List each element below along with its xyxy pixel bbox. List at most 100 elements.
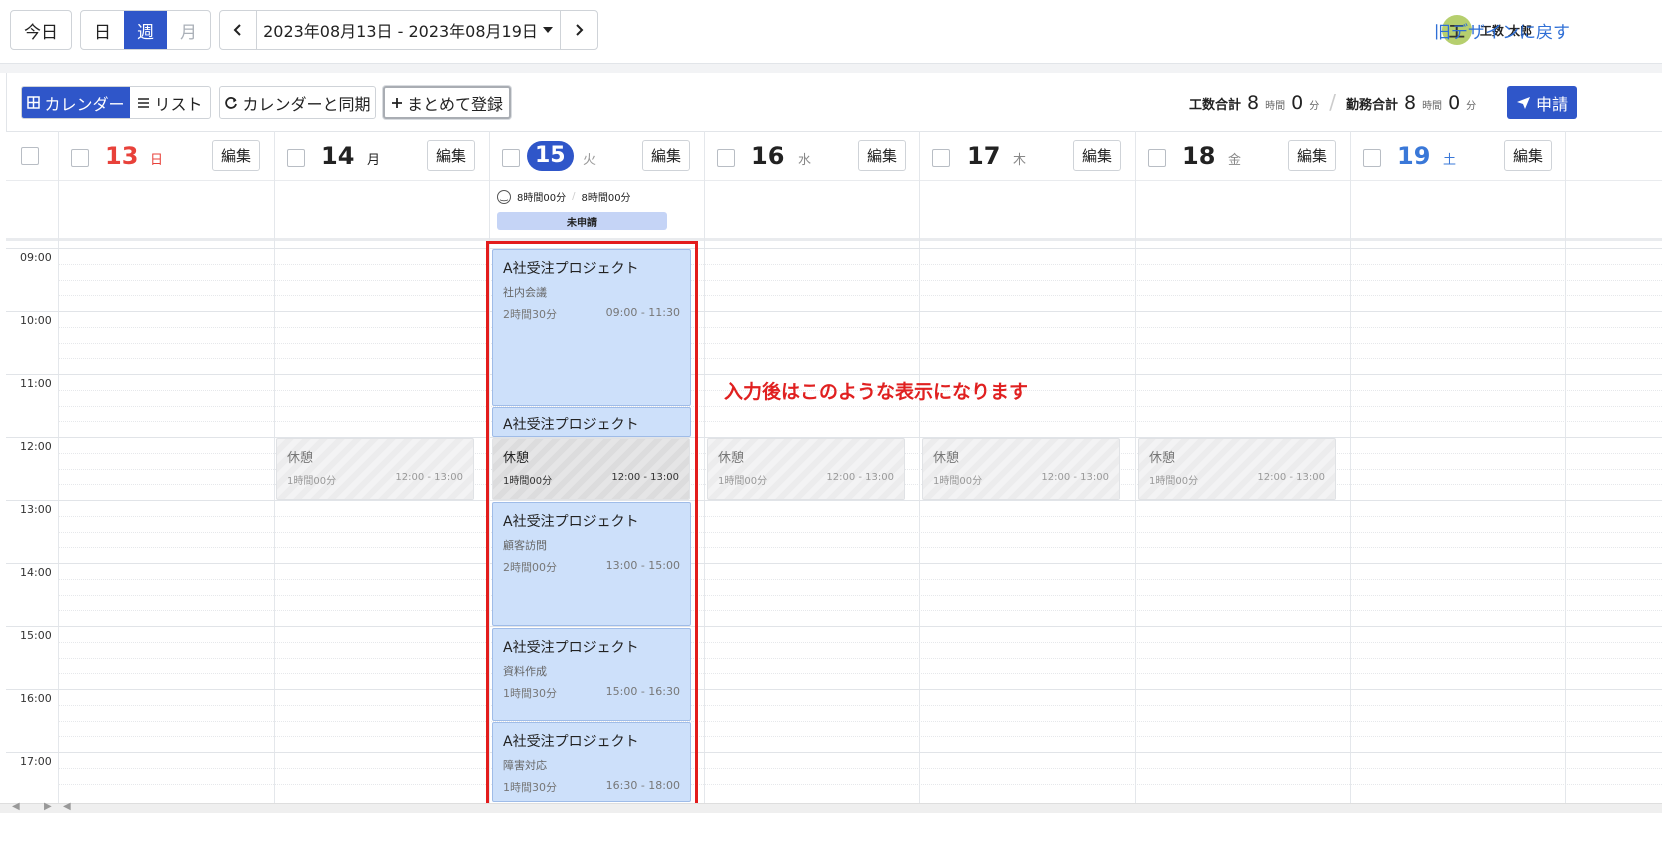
rest-block[interactable]: 休憩 1時間00分 12:00 - 13:00 bbox=[276, 438, 474, 500]
hour-label: 10:00 bbox=[20, 314, 52, 327]
send-icon bbox=[1516, 96, 1530, 109]
calendar-mode-button[interactable]: カレンダー bbox=[22, 87, 130, 118]
day-number: 13 bbox=[105, 142, 139, 170]
day-checkbox[interactable] bbox=[71, 149, 89, 167]
day-edit-button[interactable]: 編集 bbox=[1504, 140, 1552, 171]
today-button[interactable]: 今日 bbox=[10, 10, 72, 50]
date-navigator: 2023年08月13日 - 2023年08月19日 bbox=[219, 10, 598, 50]
prev-week-button[interactable] bbox=[220, 11, 256, 49]
apply-button[interactable]: 申請 bbox=[1507, 86, 1577, 119]
page-bottom bbox=[0, 813, 1662, 862]
hour-unit: 時間 bbox=[1422, 101, 1443, 112]
hour-unit: 時間 bbox=[1265, 101, 1286, 112]
list-icon bbox=[138, 97, 150, 108]
month-view-button[interactable]: 月 bbox=[167, 11, 210, 49]
day-weekday: 水 bbox=[798, 153, 812, 168]
minute-unit: 分 bbox=[1466, 101, 1477, 112]
day-summary-row bbox=[6, 181, 1662, 241]
rest-time: 12:00 - 13:00 bbox=[1257, 472, 1325, 483]
scroll-left-icon[interactable]: ◀ bbox=[63, 801, 71, 812]
day-checkbox[interactable] bbox=[932, 149, 950, 167]
display-mode-toggle: カレンダー リスト bbox=[21, 86, 211, 119]
hour-label: 11:00 bbox=[20, 377, 52, 390]
select-all-checkbox[interactable] bbox=[21, 147, 39, 165]
next-week-button[interactable] bbox=[561, 11, 597, 49]
refresh-icon bbox=[225, 96, 238, 109]
chevron-right-icon bbox=[576, 24, 584, 36]
day-checkbox[interactable] bbox=[1363, 149, 1381, 167]
rest-title: 休憩 bbox=[718, 451, 745, 466]
caret-down-icon bbox=[542, 27, 553, 33]
rest-duration: 1時間00分 bbox=[1149, 476, 1199, 487]
scroll-left-icon[interactable]: ◀ bbox=[12, 801, 20, 812]
hour-label: 17:00 bbox=[20, 755, 52, 768]
apply-label: 申請 bbox=[1535, 94, 1568, 114]
work-hours: 8時間00分 bbox=[517, 193, 567, 204]
minute-unit: 分 bbox=[1309, 101, 1320, 112]
plus-icon bbox=[391, 97, 402, 108]
day-weekday: 土 bbox=[1443, 153, 1457, 168]
week-view-button[interactable]: 週 bbox=[124, 11, 167, 49]
rest-duration: 1時間00分 bbox=[287, 476, 337, 487]
rest-block[interactable]: 休憩 1時間00分 12:00 - 13:00 bbox=[922, 438, 1120, 500]
calendar-sync-button[interactable]: カレンダーと同期 bbox=[219, 86, 376, 119]
date-range-text: 2023年08月13日 - 2023年08月19日 bbox=[263, 22, 538, 41]
hour-label: 14:00 bbox=[20, 566, 52, 579]
rest-time: 12:00 - 13:00 bbox=[826, 472, 894, 483]
list-mode-label: リスト bbox=[154, 94, 203, 114]
totals-summary: 工数合計 8 時間 0 分 / 勤務合計 8 時間 0 分 bbox=[1189, 90, 1476, 114]
rest-duration: 1時間00分 bbox=[718, 476, 768, 487]
hour-label: 16:00 bbox=[20, 692, 52, 705]
day-checkbox[interactable] bbox=[287, 149, 305, 167]
work-total-hours: 8 bbox=[1247, 92, 1260, 114]
annotation-text: 入力後はこのような表示になります bbox=[724, 381, 1029, 403]
rest-title: 休憩 bbox=[933, 451, 960, 466]
view-range-toggle: 日 週 月 bbox=[80, 10, 211, 50]
bulk-register-button[interactable]: まとめて登録 bbox=[383, 86, 511, 119]
highlight-frame bbox=[486, 241, 698, 807]
day-edit-button[interactable]: 編集 bbox=[858, 140, 906, 171]
attendance-total-minutes: 0 bbox=[1448, 92, 1461, 114]
section-divider bbox=[0, 63, 1662, 73]
day-number: 18 bbox=[1182, 142, 1216, 170]
work-total-minutes: 0 bbox=[1291, 92, 1304, 114]
attendance-total-label: 勤務合計 bbox=[1345, 98, 1398, 113]
old-design-link[interactable]: 旧デザインに戻す bbox=[1434, 18, 1570, 43]
grid-icon bbox=[27, 96, 41, 109]
day-edit-button[interactable]: 編集 bbox=[1073, 140, 1121, 171]
horizontal-scrollbar[interactable]: ◀ ▶ ◀ bbox=[0, 801, 1662, 813]
list-mode-button[interactable]: リスト bbox=[130, 87, 210, 118]
rest-block[interactable]: 休憩 1時間00分 12:00 - 13:00 bbox=[707, 438, 905, 500]
status-badge: 未申請 bbox=[497, 212, 667, 230]
date-range-dropdown[interactable]: 2023年08月13日 - 2023年08月19日 bbox=[256, 11, 561, 49]
day-weekday: 木 bbox=[1013, 153, 1027, 168]
day-number: 19 bbox=[1397, 142, 1431, 170]
day-number: 14 bbox=[321, 142, 355, 170]
totals-separator: / bbox=[1329, 90, 1336, 114]
day-summary: ‿ 8時間00分 / 8時間00分 未申請 bbox=[497, 189, 673, 230]
rest-block[interactable]: 休憩 1時間00分 12:00 - 13:00 bbox=[1138, 438, 1336, 500]
day-number-today: 15 bbox=[527, 141, 574, 171]
day-checkbox[interactable] bbox=[717, 149, 735, 167]
hour-label: 12:00 bbox=[20, 440, 52, 453]
day-edit-button[interactable]: 編集 bbox=[427, 140, 475, 171]
day-edit-button[interactable]: 編集 bbox=[212, 140, 260, 171]
scroll-right-icon[interactable]: ▶ bbox=[44, 801, 52, 812]
sync-label: カレンダーと同期 bbox=[242, 94, 371, 114]
rest-duration: 1時間00分 bbox=[933, 476, 983, 487]
day-view-button[interactable]: 日 bbox=[81, 11, 124, 49]
rest-title: 休憩 bbox=[287, 451, 314, 466]
day-checkbox[interactable] bbox=[1148, 149, 1166, 167]
rest-time: 12:00 - 13:00 bbox=[395, 472, 463, 483]
hour-label: 15:00 bbox=[20, 629, 52, 642]
hour-label: 09:00 bbox=[20, 251, 52, 264]
day-number: 17 bbox=[967, 142, 1001, 170]
day-edit-button[interactable]: 編集 bbox=[642, 140, 690, 171]
hour-label: 13:00 bbox=[20, 503, 52, 516]
day-checkbox[interactable] bbox=[502, 149, 520, 167]
day-edit-button[interactable]: 編集 bbox=[1288, 140, 1336, 171]
chevron-left-icon bbox=[233, 24, 241, 36]
rest-time: 12:00 - 13:00 bbox=[1041, 472, 1109, 483]
day-number: 16 bbox=[751, 142, 785, 170]
calendar-mode-label: カレンダー bbox=[44, 94, 125, 114]
